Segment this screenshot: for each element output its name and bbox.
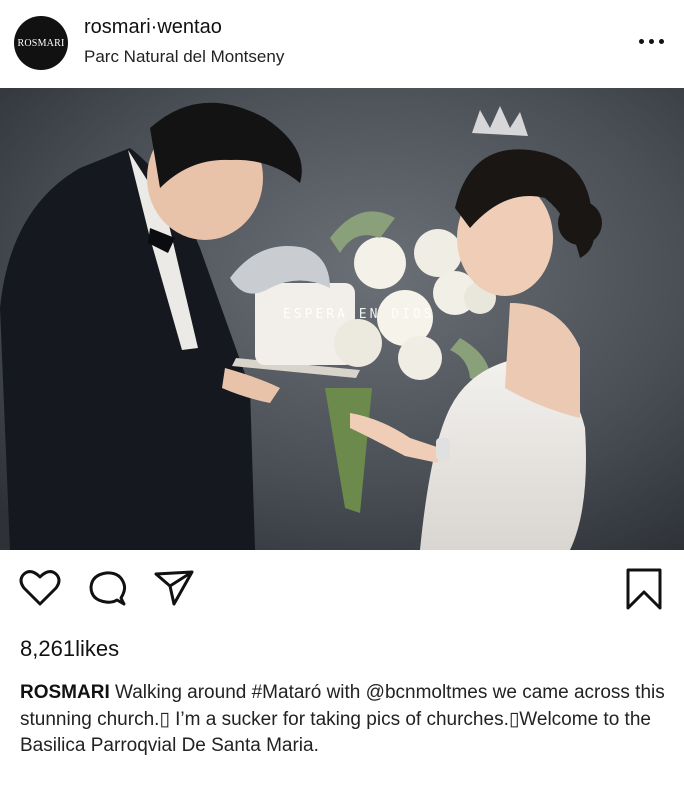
likes-count[interactable]: 8,261likes: [20, 636, 119, 662]
post-header: ROSMARI rosmari·wentao Parc Natural del …: [0, 0, 684, 88]
bookmark-icon[interactable]: [622, 566, 666, 610]
likes-number: 8,261: [20, 636, 76, 661]
paper-plane-icon[interactable]: [152, 568, 196, 608]
post-photo[interactable]: ESPERA EN DIOS: [0, 88, 684, 550]
post-caption: ROSMARI Walking around #Mataró with @bcn…: [20, 680, 670, 760]
photo-overlay-text: ESPERA EN DIOS: [283, 307, 435, 322]
username-link[interactable]: rosmari·wentao: [84, 16, 222, 39]
heart-icon[interactable]: [18, 568, 62, 608]
caption-author[interactable]: ROSMARI: [20, 682, 110, 703]
comment-bubble-icon[interactable]: [86, 568, 130, 608]
likes-label: likes: [75, 636, 120, 661]
dot: [648, 38, 654, 44]
more-options-icon[interactable]: [636, 31, 666, 51]
bracelet: [436, 438, 450, 460]
bride-bun: [558, 201, 602, 245]
dot: [658, 38, 664, 44]
dot: [638, 38, 644, 44]
caption-text: Walking around #Mataró with @bcnmoltmes …: [20, 682, 665, 756]
location-link[interactable]: Parc Natural del Montseny: [84, 47, 284, 67]
avatar[interactable]: ROSMARI: [14, 16, 68, 70]
action-bar: [0, 560, 684, 620]
avatar-logo-text: ROSMARI: [17, 37, 65, 49]
